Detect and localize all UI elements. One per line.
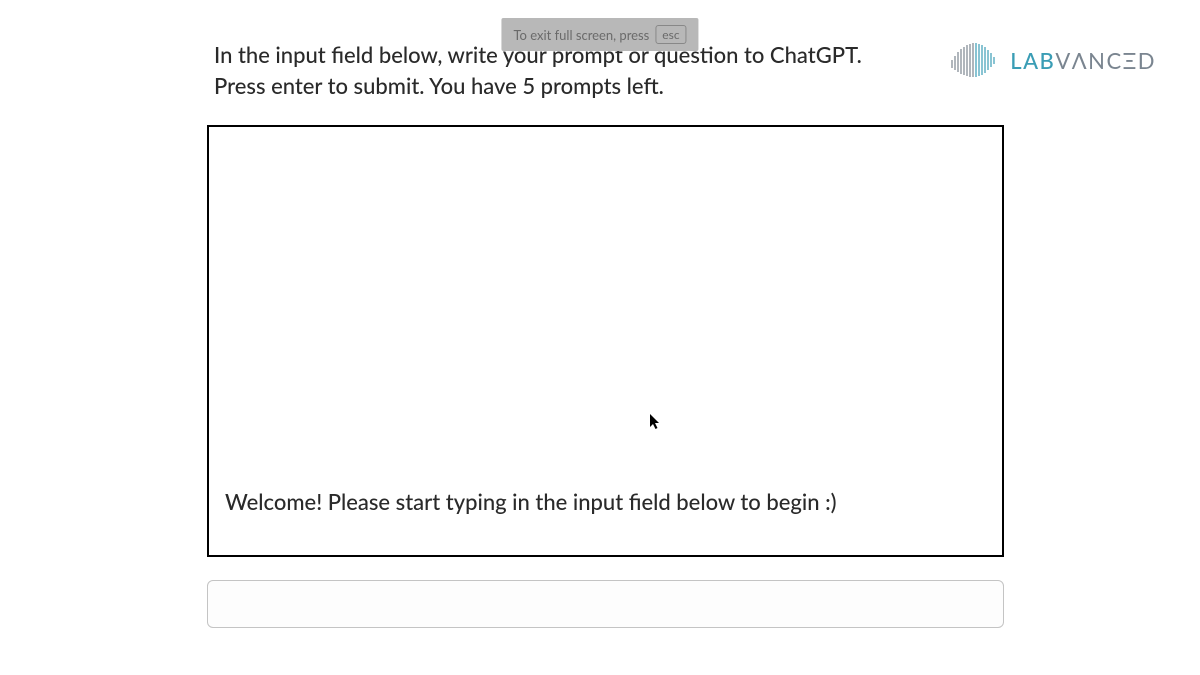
prompt-input[interactable]: [207, 580, 1004, 628]
logo-e: Ξ: [1123, 47, 1138, 74]
instruction-line-2: Press enter to submit. You have 5 prompt…: [214, 71, 862, 102]
chat-welcome-message: Welcome! Please start typing in the inpu…: [225, 488, 986, 515]
fullscreen-exit-text: To exit full screen, press: [513, 27, 649, 43]
logo-lab: LAB: [1010, 47, 1055, 74]
logo-nc: NC: [1088, 47, 1123, 74]
fullscreen-exit-notice: To exit full screen, press esc: [501, 18, 698, 51]
labvanced-logo: LABVΛNCΞD: [950, 40, 1156, 80]
chat-output-area: Welcome! Please start typing in the inpu…: [207, 125, 1004, 557]
logo-v: V: [1055, 47, 1071, 74]
brain-icon: [950, 40, 1000, 80]
logo-d: D: [1138, 47, 1156, 74]
esc-key-badge: esc: [655, 25, 686, 44]
logo-a: Λ: [1072, 47, 1088, 74]
logo-text: LABVΛNCΞD: [1010, 47, 1156, 74]
